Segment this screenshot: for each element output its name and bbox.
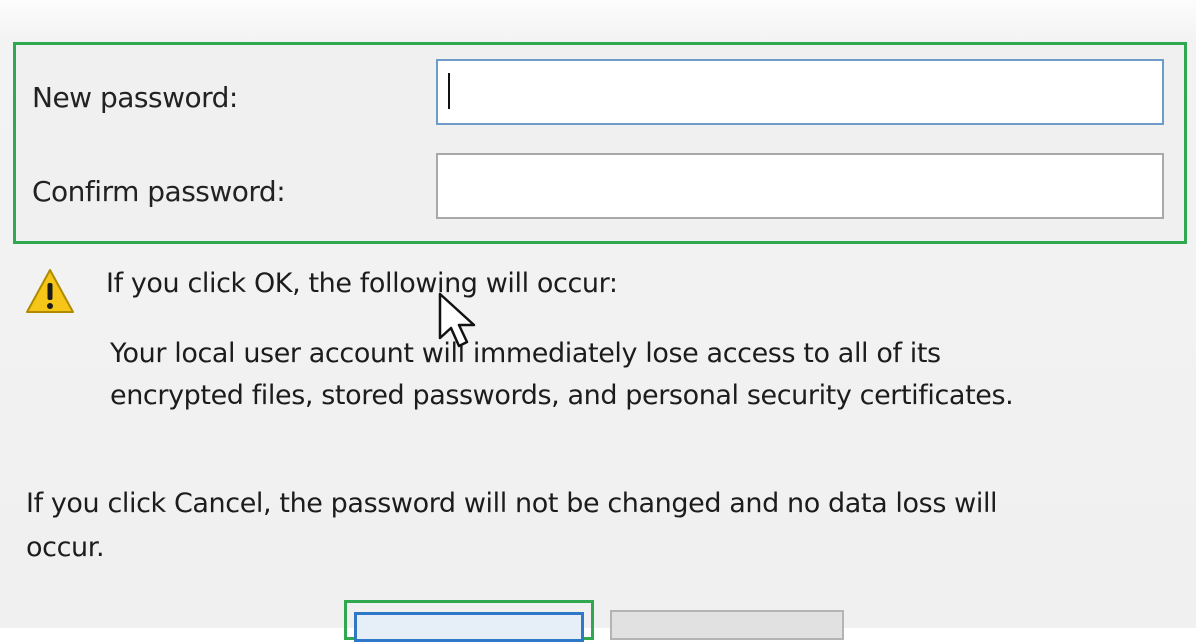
warning-body-line-1: Your local user account will immediately… [110,338,941,369]
password-fields-group: New password: Confirm password: [13,42,1187,244]
ok-button[interactable] [354,612,584,642]
set-password-dialog: New password: Confirm password: If you c… [0,0,1196,642]
mouse-pointer-icon [438,292,476,348]
text-caret [448,73,450,109]
confirm-password-label: Confirm password: [32,175,286,208]
new-password-label: New password: [32,81,238,114]
new-password-input[interactable] [436,59,1164,125]
cancel-notice-line-1: If you click Cancel, the password will n… [26,488,998,519]
warning-heading: If you click OK, the following will occu… [106,268,618,299]
confirm-password-input[interactable] [436,153,1164,219]
cancel-button[interactable] [610,610,844,640]
warning-body-line-2: encrypted files, stored passwords, and p… [110,380,1014,411]
warning-triangle-icon [26,269,74,313]
cancel-notice-line-2: occur. [26,532,105,563]
